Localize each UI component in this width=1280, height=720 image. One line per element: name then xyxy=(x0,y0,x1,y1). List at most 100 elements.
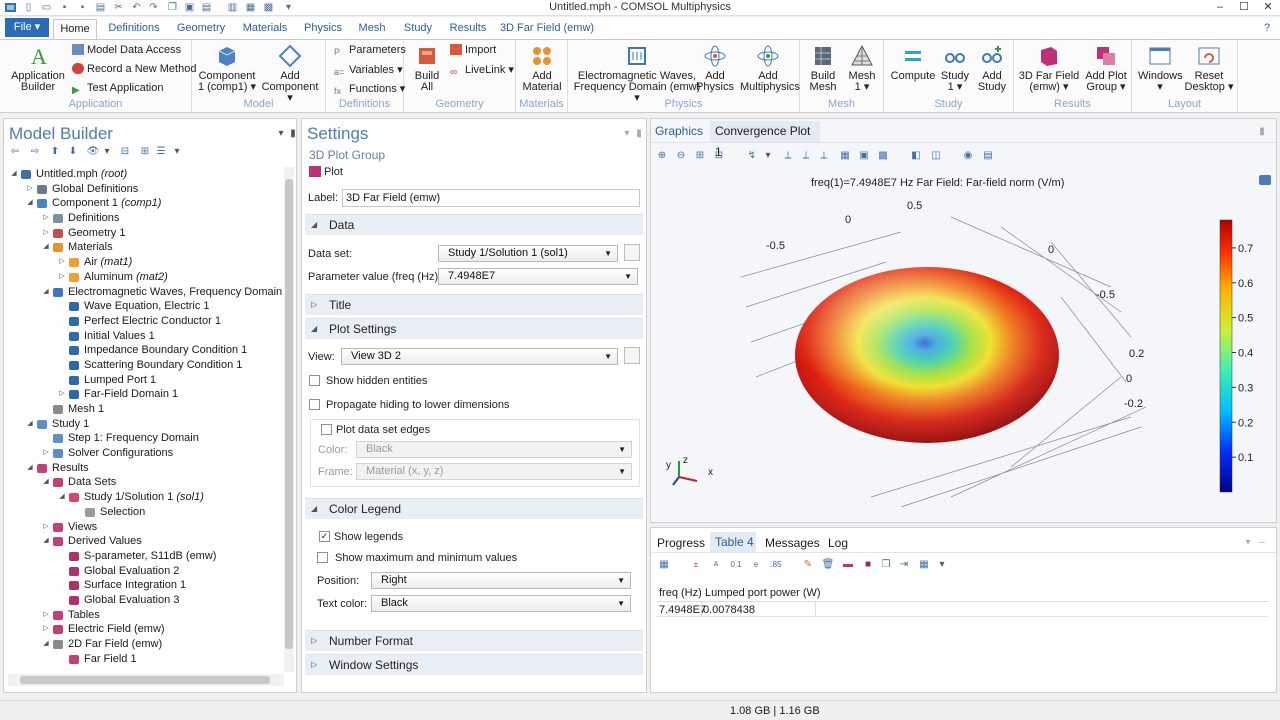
maximize-icon[interactable]: ▮ xyxy=(1255,125,1269,138)
tree-item[interactable]: ▷ Geometry 1 xyxy=(8,226,284,241)
frame-select[interactable]: Material (x, y, z) ▼ xyxy=(356,463,632,480)
minimize-button[interactable]: – xyxy=(1208,0,1232,15)
tree-item[interactable]: ▷ Definitions xyxy=(8,211,284,226)
orbit-icon[interactable]: ↯ xyxy=(745,149,759,162)
expand-toggle-icon[interactable]: ◢ xyxy=(42,285,50,300)
tab-3d-far-field[interactable]: 3D Far Field (emw) xyxy=(498,19,596,39)
expand-toggle-icon[interactable]: ▷ xyxy=(26,182,34,197)
tree-item[interactable]: ◢ Derived Values xyxy=(8,534,284,549)
propagate-hiding-checkbox[interactable] xyxy=(309,399,320,410)
section-title[interactable]: ▷ Title xyxy=(305,294,643,315)
tree-item[interactable]: ▷ Global Definitions xyxy=(8,182,284,197)
expand-toggle-icon[interactable]: ◢ xyxy=(26,196,34,211)
plot-button[interactable]: Plot xyxy=(309,166,343,178)
maximize-button[interactable]: ☐ xyxy=(1232,0,1256,15)
tab-geometry[interactable]: Geometry xyxy=(172,19,230,39)
collapse-all-icon[interactable]: ⊟ xyxy=(118,145,132,158)
build-mesh-button[interactable]: Build Mesh xyxy=(804,44,842,93)
tab-log[interactable]: Log xyxy=(828,536,848,550)
tree-item[interactable]: Lumped Port 1 xyxy=(8,373,284,388)
select-box-icon[interactable]: ◧ xyxy=(909,149,923,162)
tree-item[interactable]: ▷ Aluminum (mat2) xyxy=(8,270,284,285)
section-plot-settings[interactable]: ◢ Plot Settings xyxy=(305,318,643,339)
expand-toggle-icon[interactable]: ◢ xyxy=(10,167,18,182)
tree-item[interactable]: Perfect Electric Conductor 1 xyxy=(8,314,284,329)
export-dropdown-icon[interactable]: ▾ xyxy=(935,558,949,571)
color-select[interactable]: Black ▼ xyxy=(356,441,632,458)
build-all-button[interactable]: Build All xyxy=(408,44,446,93)
precision-icon[interactable]: ± xyxy=(689,558,703,571)
list-icon[interactable]: ☰ xyxy=(154,145,168,158)
expand-toggle-icon[interactable]: ◢ xyxy=(26,417,34,432)
tree-item[interactable]: ▷ Views xyxy=(8,520,284,535)
tree-item[interactable]: ◢ Electromagnetic Waves, Frequency Domain… xyxy=(8,285,284,300)
tab-materials[interactable]: Materials xyxy=(237,19,293,39)
transparency-icon[interactable]: ▩ xyxy=(876,149,890,162)
tree-item[interactable]: ▷ Far-Field Domain 1 xyxy=(8,387,284,402)
expand-toggle-icon[interactable]: ▷ xyxy=(42,211,50,226)
tab-home[interactable]: Home xyxy=(53,19,97,39)
add-plot-group-button[interactable]: Add Plot Group ▾ xyxy=(1082,44,1130,93)
scrollbar-thumb[interactable] xyxy=(285,179,293,649)
copy-table-icon[interactable]: ❐ xyxy=(879,558,893,571)
tab-results[interactable]: Results xyxy=(445,19,491,39)
tree-item[interactable]: ◢ Results xyxy=(8,461,284,476)
show-icon[interactable]: 👁 xyxy=(86,145,100,158)
windows-button[interactable]: Windows ▾ xyxy=(1138,44,1183,93)
move-down-icon[interactable]: ⬇ xyxy=(66,145,80,158)
component-button[interactable]: Component 1 (comp1) ▾ xyxy=(196,44,258,93)
list-dropdown-icon[interactable]: ▾ xyxy=(170,145,184,158)
scene-light-icon[interactable] xyxy=(1259,175,1271,185)
test-application-button[interactable]: ▶ Test Application xyxy=(72,82,163,96)
livelink-button[interactable]: ∞ LiveLink ▾ xyxy=(450,63,514,78)
tab-definitions[interactable]: Definitions xyxy=(102,19,166,39)
expand-all-icon[interactable]: ⊞ xyxy=(138,145,152,158)
view-zx-icon[interactable]: ⟂ xyxy=(817,149,831,162)
tree-item[interactable]: ◢ Data Sets xyxy=(8,475,284,490)
add-material-button[interactable]: Add Material xyxy=(518,44,566,93)
table-icon[interactable]: ▦ xyxy=(657,558,671,571)
move-up-icon[interactable]: ⬆ xyxy=(48,145,62,158)
tab-graphics[interactable]: Graphics xyxy=(655,124,703,138)
3d-far-field-button[interactable]: 3D Far Field (emw) ▾ xyxy=(1018,44,1080,93)
section-color-legend[interactable]: ◢ Color Legend xyxy=(305,498,643,519)
scrollbar-thumb[interactable] xyxy=(20,676,270,684)
application-builder-button[interactable]: A Application Builder xyxy=(8,44,68,93)
expand-toggle-icon[interactable]: ◢ xyxy=(42,475,50,490)
study1-button[interactable]: Study 1 ▾ xyxy=(938,44,972,93)
clear-icon[interactable]: ✎ xyxy=(801,558,815,571)
add-component-button[interactable]: Add Component ▾ xyxy=(258,44,322,104)
forward-icon[interactable]: ⇨ xyxy=(28,145,42,158)
tree-item[interactable]: Selection xyxy=(8,505,284,520)
show-maxmin-checkbox[interactable] xyxy=(317,552,328,563)
go-to-view-button[interactable] xyxy=(624,347,640,364)
expand-toggle-icon[interactable]: ◢ xyxy=(42,534,50,549)
parameters-button[interactable]: P Parameters xyxy=(334,44,406,58)
minimize-icon[interactable]: – xyxy=(1255,536,1269,549)
tree-item[interactable]: S-parameter, S11dB (emw) xyxy=(8,549,284,564)
expand-toggle-icon[interactable]: ▷ xyxy=(42,608,50,623)
show-legends-checkbox[interactable]: ✓ xyxy=(319,531,330,542)
parameter-value-select[interactable]: 7.4948E7 ▼ xyxy=(438,268,638,285)
tree-item[interactable]: ◢ 2D Far Field (emw) xyxy=(8,637,284,652)
close-button[interactable]: ✕ xyxy=(1256,0,1280,15)
full-table-icon[interactable]: ▦ xyxy=(917,558,931,571)
tree-item[interactable]: Impedance Boundary Condition 1 xyxy=(8,343,284,358)
plot-edges-checkbox[interactable] xyxy=(321,424,332,435)
sci-icon[interactable]: e xyxy=(749,558,763,571)
expand-toggle-icon[interactable]: ▷ xyxy=(42,226,50,241)
tab-study[interactable]: Study xyxy=(398,19,438,39)
add-multiphysics-button[interactable]: Add Multiphysics xyxy=(740,44,800,93)
zoom-in-icon[interactable]: ⊕ xyxy=(655,149,669,162)
expand-toggle-icon[interactable]: ◢ xyxy=(26,461,34,476)
expand-toggle-icon[interactable]: ◢ xyxy=(58,490,66,505)
export-icon[interactable]: ⇥ xyxy=(897,558,911,571)
tab-convergence-plot[interactable]: Convergence Plot 1 xyxy=(710,121,820,159)
functions-button[interactable]: fx Functions ▾ xyxy=(334,82,405,97)
variables-button[interactable]: a= Variables ▾ xyxy=(334,63,403,78)
delete-icon[interactable]: 🗑 xyxy=(821,558,835,571)
expand-toggle-icon[interactable]: ◢ xyxy=(42,637,50,652)
tree-item[interactable]: ◢ Study 1 xyxy=(8,417,284,432)
view-yz-icon[interactable]: ⟂ xyxy=(799,149,813,162)
expand-toggle-icon[interactable]: ◢ xyxy=(42,240,50,255)
